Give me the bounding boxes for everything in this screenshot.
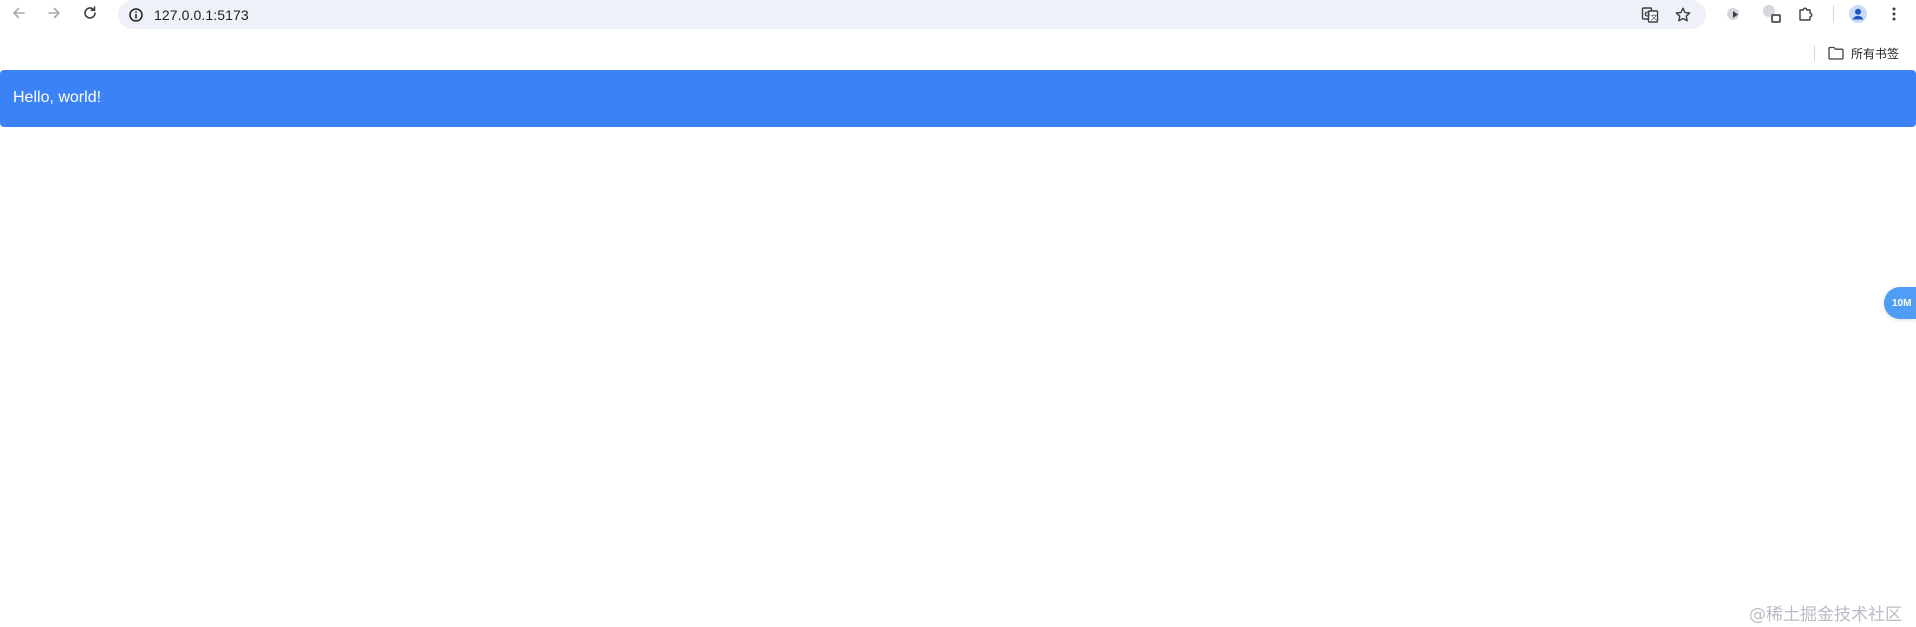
info-icon [129,8,143,22]
folder-icon [1828,46,1844,60]
page-content: Hello, world! 10M [0,70,1916,627]
forward-button[interactable] [44,3,64,23]
all-bookmarks-button[interactable]: 所有书签 [1828,43,1899,63]
bookmarks-separator [1814,45,1815,61]
media-extension-button[interactable] [1723,3,1745,25]
star-icon [1675,7,1691,22]
reload-button[interactable] [80,3,100,23]
all-bookmarks-label: 所有书签 [1851,46,1900,61]
profile-icon [1849,5,1867,23]
hello-banner: Hello, world! [0,70,1916,127]
globe-extension-icon [1763,5,1781,23]
toolbar-separator [1833,5,1834,23]
floating-badge-button[interactable]: 10M [1884,287,1916,319]
address-bar[interactable]: 127.0.0.1:5173 G 文 [118,0,1706,29]
arrow-left-icon [13,7,25,19]
back-button[interactable] [9,3,29,23]
floating-badge-label: 10M [1892,297,1912,309]
reload-icon [84,6,96,19]
bookmarks-bar: 所有书签 [0,38,1916,66]
bookmark-star-button[interactable] [1673,5,1693,25]
media-extension-icon [1727,8,1739,20]
browser-toolbar: 127.0.0.1:5173 G 文 [0,0,1916,29]
extensions-button[interactable] [1795,3,1817,25]
arrow-right-icon [48,7,60,19]
globe-extension-button[interactable] [1761,3,1783,25]
translate-icon: G 文 [1641,7,1659,23]
svg-text:G: G [1644,11,1650,19]
kebab-menu-icon [1892,7,1896,21]
puzzle-icon [1799,7,1813,21]
browser-menu-button[interactable] [1883,3,1905,25]
site-info-button[interactable] [126,5,146,25]
translate-button[interactable]: G 文 [1640,5,1660,25]
watermark: @稀土掘金技术社区 [1749,605,1902,625]
svg-text:文: 文 [1651,13,1658,22]
banner-text: Hello, world! [13,89,102,106]
profile-button[interactable] [1847,3,1869,25]
url-text[interactable]: 127.0.0.1:5173 [154,7,249,23]
